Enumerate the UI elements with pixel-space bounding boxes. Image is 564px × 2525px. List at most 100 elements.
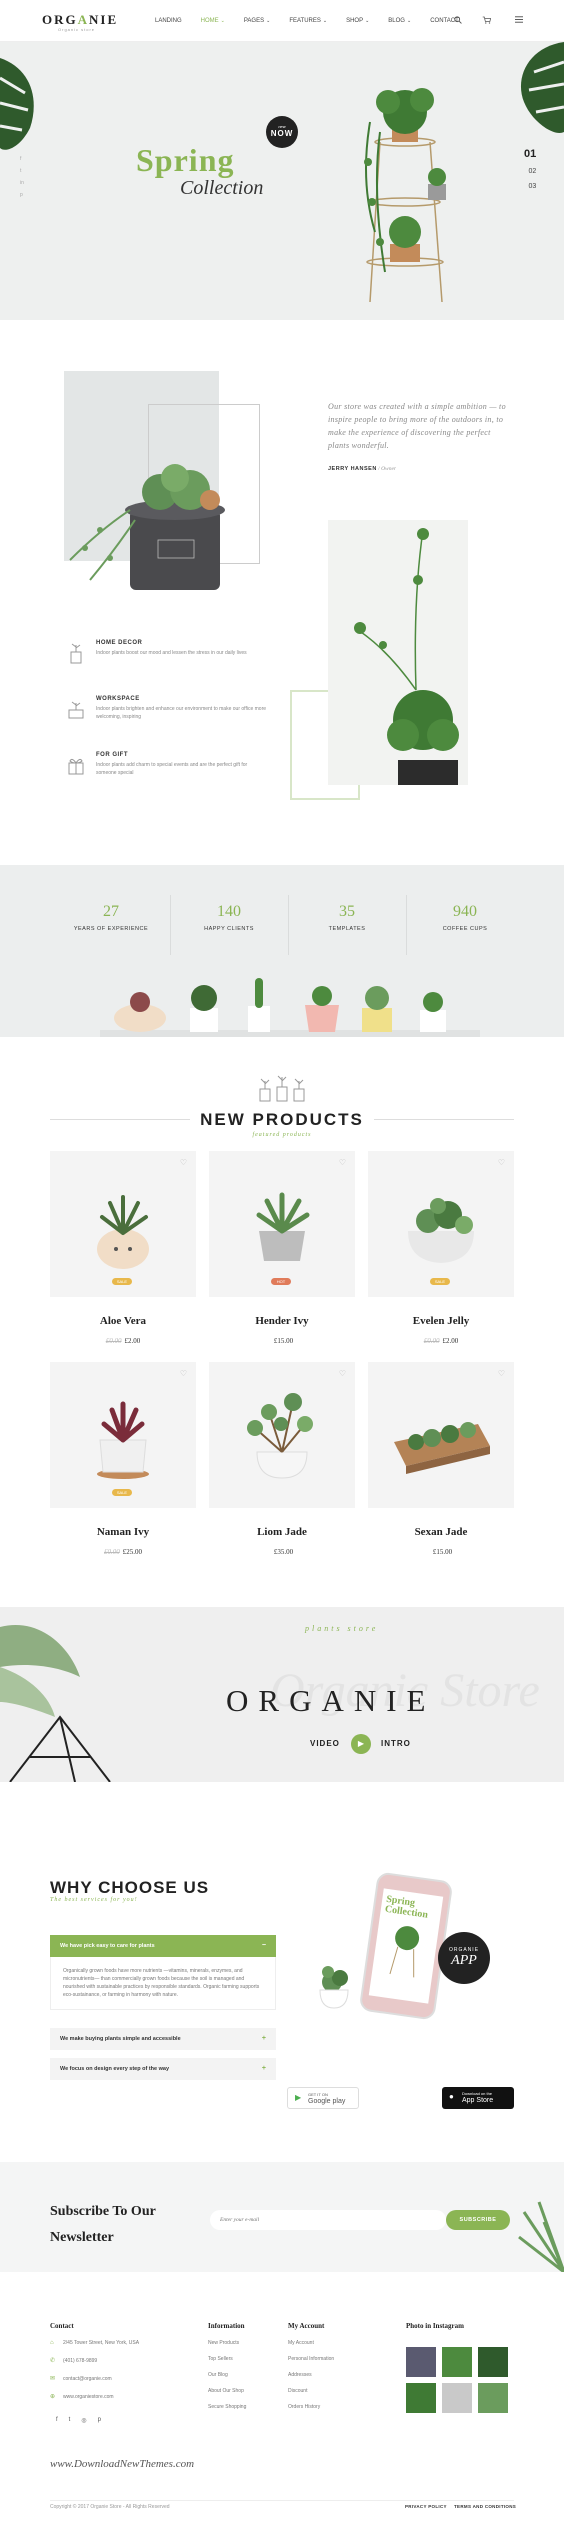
instagram-photo[interactable] [442, 2347, 472, 2377]
footer-link[interactable]: Our Blog [208, 2372, 246, 2378]
nav-pages[interactable]: PAGES ⌄ [244, 18, 270, 24]
slide-dot-3[interactable]: 03 [524, 183, 536, 190]
heart-icon[interactable]: ♡ [339, 1369, 346, 1378]
product-price: £15.00 [273, 1337, 294, 1345]
new-products-section: NEW PRODUCTS featured products ♡ SALE Al… [0, 1037, 564, 1607]
stats-section: 27 YEARS OF EXPERIENCE 140 HAPPY CLIENTS 3… [0, 865, 564, 1037]
workspace-icon [68, 701, 84, 719]
website[interactable]: ⊕ www.organiestore.com [50, 2393, 139, 2401]
product-image[interactable]: ♡ SALE [50, 1151, 196, 1297]
product-card[interactable]: ♡ Liom Jade £35.00 [209, 1362, 355, 1556]
product-price: £0.00 £25.00 [104, 1548, 142, 1556]
product-name[interactable]: Aloe Vera [50, 1315, 196, 1327]
product-name[interactable]: Sexan Jade [368, 1526, 514, 1538]
nav-blog[interactable]: BLOG ⌄ [388, 18, 411, 24]
facebook-icon[interactable]: f [56, 2417, 58, 2424]
trailing-plant-image [328, 520, 468, 785]
heart-icon[interactable]: ♡ [180, 1158, 187, 1167]
new-now-badge: new NOW [266, 116, 298, 148]
accordion-body: Organically grown foods have more nutrie… [50, 1957, 276, 2010]
footer-contact: Contact ⌂ 2/45 Tower Street, New York, US… [50, 2322, 140, 2401]
accordion-header[interactable]: We have pick easy to care for plants − [50, 1935, 276, 1957]
instagram-icon[interactable]: ◎ [81, 2417, 86, 2424]
heart-icon[interactable]: ♡ [339, 1158, 346, 1167]
twitter-icon[interactable]: t [20, 168, 24, 174]
email[interactable]: ✉ contact@organie.com [50, 2375, 139, 2383]
terms-link[interactable]: TERMS AND CONDITIONS [454, 2504, 516, 2509]
phone[interactable]: ✆ (401) 678-9899 [50, 2357, 139, 2365]
instagram-photo[interactable] [406, 2383, 436, 2413]
pinterest-icon[interactable]: p [20, 192, 24, 198]
product-name[interactable]: Naman Ivy [50, 1526, 196, 1538]
facebook-icon[interactable]: f [20, 156, 24, 162]
product-card[interactable]: ♡ Sexan Jade £15.00 [368, 1362, 514, 1556]
hero-social-links: f t in p [20, 156, 24, 198]
logo-tagline: Organic store [58, 27, 96, 32]
instagram-photo[interactable] [442, 2383, 472, 2413]
product-image[interactable]: ♡ SALE [50, 1362, 196, 1508]
cart-icon[interactable] [482, 16, 492, 26]
subscribe-button[interactable]: SUBSCRIBE [446, 2210, 510, 2230]
pinterest-icon[interactable]: p [98, 2417, 101, 2424]
globe-icon: ⊕ [50, 2394, 56, 2400]
product-name[interactable]: Liom Jade [209, 1526, 355, 1538]
privacy-policy-link[interactable]: PRIVACY POLICY [405, 2504, 447, 2509]
heart-icon[interactable]: ♡ [180, 1369, 187, 1378]
nav-shop[interactable]: SHOP ⌄ [346, 18, 369, 24]
nav-home[interactable]: HOME ⌄ [201, 18, 225, 24]
footer-link[interactable]: My Account [288, 2340, 334, 2346]
play-button[interactable]: ▶ [351, 1734, 371, 1754]
footer-link[interactable]: New Products [208, 2340, 246, 2346]
slide-dot-2[interactable]: 02 [524, 168, 536, 175]
plant-stand-image [389, 1926, 420, 1978]
footer-link[interactable]: Discount [288, 2388, 334, 2394]
ivy-plant-image [97, 1401, 149, 1479]
sale-badge: SALE [430, 1278, 450, 1285]
product-name[interactable]: Evelen Jelly [368, 1315, 514, 1327]
product-card[interactable]: ♡ SALE Naman Ivy £0.00 £25.00 [50, 1362, 196, 1556]
instagram-photo[interactable] [406, 2347, 436, 2377]
heart-icon[interactable]: ♡ [498, 1158, 505, 1167]
heart-icon[interactable]: ♡ [498, 1369, 505, 1378]
footer-link[interactable]: Personal Information [288, 2356, 334, 2362]
app-store-button[interactable]: ● Download on the App Store [442, 2087, 514, 2109]
product-card[interactable]: ♡ HOT Hender Ivy £15.00 [209, 1151, 355, 1345]
product-image[interactable]: ♡ SALE [368, 1151, 514, 1297]
plants-icon [259, 1075, 305, 1102]
phone-screen: Spring Collection [368, 1888, 444, 2004]
twitter-icon[interactable]: t [69, 2417, 71, 2424]
copyright: Copyright © 2017 Organie Store - All Rig… [50, 2504, 170, 2510]
email-field[interactable] [210, 2210, 446, 2230]
product-image[interactable]: ♡ [368, 1362, 514, 1508]
product-image[interactable]: ♡ HOT [209, 1151, 355, 1297]
nav-landing[interactable]: LANDING [155, 18, 182, 24]
logo[interactable]: ORGANIE [42, 12, 118, 28]
instagram-photo[interactable] [478, 2383, 508, 2413]
footer-link[interactable]: About Our Shop [208, 2388, 246, 2394]
hero-slider: f t in p new NOW Spring Collection 01 02… [0, 42, 564, 320]
product-name[interactable]: Hender Ivy [209, 1315, 355, 1327]
search-icon[interactable] [454, 16, 462, 26]
product-card[interactable]: ♡ SALE Evelen Jelly £0.00 £2.00 [368, 1151, 514, 1345]
slide-dot-1[interactable]: 01 [524, 148, 536, 160]
footer-link[interactable]: Orders History [288, 2404, 334, 2410]
footer-link[interactable]: Top Sellers [208, 2356, 246, 2362]
instagram-photo[interactable] [478, 2347, 508, 2377]
menu-icon[interactable] [515, 16, 523, 25]
grass-leaf-image [518, 2201, 564, 2272]
nav-features[interactable]: FEATURES ⌄ [289, 18, 327, 24]
feature-item: FOR GIFT Indoor plants add charm to spec… [64, 752, 269, 808]
accordion-header[interactable]: We focus on design every step of the way… [50, 2058, 276, 2080]
footer-link[interactable]: Addresses [288, 2372, 334, 2378]
banner-intro-label: INTRO [381, 1739, 411, 1748]
product-card[interactable]: ♡ SALE Aloe Vera £0.00 £2.00 [50, 1151, 196, 1345]
product-image[interactable]: ♡ [209, 1362, 355, 1508]
accordion-item: We focus on design every step of the way… [50, 2058, 276, 2080]
stat-clients: 140 HAPPY CLIENTS [204, 903, 254, 932]
linkedin-icon[interactable]: in [20, 180, 24, 186]
accordion-header[interactable]: We make buying plants simple and accessi… [50, 2028, 276, 2050]
footer-link[interactable]: Secure Shopping [208, 2404, 246, 2410]
monstera-leaf-image [520, 42, 564, 133]
google-play-button[interactable]: ▶ GET IT ON Google play [287, 2087, 359, 2109]
gift-icon [68, 758, 84, 775]
